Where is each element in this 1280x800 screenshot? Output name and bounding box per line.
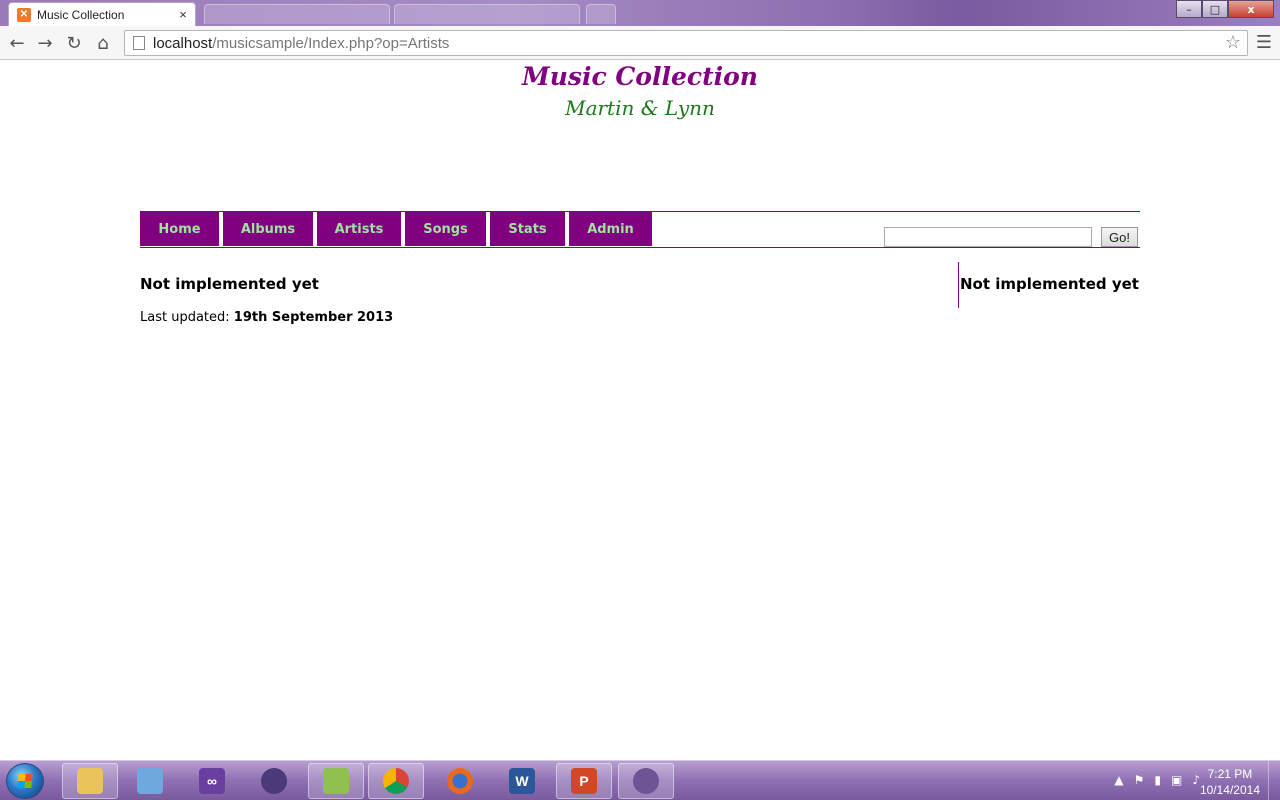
- nav-item-home[interactable]: Home: [140, 212, 219, 246]
- nav-item-albums[interactable]: Albums: [223, 212, 313, 246]
- last-updated-label: Last updated:: [140, 310, 230, 325]
- notepad-plus-plus-icon: [323, 768, 349, 794]
- taskbar: ∞ W P ▲ ⚑ ▮ ▣ ♪ 7:21 PM 10/14/2014: [0, 760, 1280, 800]
- chrome-icon: [383, 768, 409, 794]
- power-icon[interactable]: ▮: [1154, 773, 1161, 787]
- tab-background[interactable]: [204, 4, 390, 24]
- nav-items: Home Albums Artists Songs Stats Admin: [140, 212, 656, 246]
- taskbar-app[interactable]: [432, 763, 488, 799]
- browser-titlebar: ✕ Music Collection × – □ x: [0, 0, 1280, 26]
- taskbar-app[interactable]: [368, 763, 424, 799]
- tray-expand-icon[interactable]: ▲: [1114, 773, 1123, 787]
- url-host: localhost: [153, 34, 213, 52]
- system-tray: ▲ ⚑ ▮ ▣ ♪: [1114, 773, 1200, 787]
- taskbar-app[interactable]: [122, 763, 178, 799]
- site-title: Music Collection: [522, 62, 758, 91]
- sidebar-heading: Not implemented yet: [960, 275, 1139, 293]
- address-bar[interactable]: localhost/musicsample/Index.php?op=Artis…: [124, 30, 1248, 56]
- home-icon[interactable]: ⌂: [92, 32, 114, 54]
- page-icon: [133, 36, 145, 50]
- clock-date: 10/14/2014: [1199, 783, 1260, 797]
- menu-icon[interactable]: ☰: [1256, 32, 1272, 53]
- taskbar-app[interactable]: ∞: [184, 763, 240, 799]
- forward-arrow-icon[interactable]: →: [34, 32, 56, 54]
- tab-title: Music Collection: [37, 7, 125, 22]
- taskbar-app[interactable]: [62, 763, 118, 799]
- browser-toolbar: ← → ↻ ⌂ localhost/musicsample/Index.php?…: [0, 26, 1280, 60]
- reload-icon[interactable]: ↻: [63, 32, 85, 54]
- tab-background[interactable]: [394, 4, 580, 24]
- last-updated-date: 19th September 2013: [233, 310, 394, 325]
- last-updated: Last updated: 19th September 2013: [140, 310, 393, 325]
- taskbar-app[interactable]: P: [556, 763, 612, 799]
- tab-close-icon[interactable]: ×: [175, 7, 191, 22]
- bookmark-star-icon[interactable]: ☆: [1225, 32, 1241, 53]
- word-icon: W: [509, 768, 535, 794]
- file-explorer-icon: [77, 768, 103, 794]
- taskbar-app[interactable]: W: [494, 763, 550, 799]
- firefox-icon: [447, 768, 473, 794]
- nav-item-artists[interactable]: Artists: [317, 212, 401, 246]
- tab-music-collection[interactable]: ✕ Music Collection ×: [8, 2, 196, 26]
- search-input[interactable]: [884, 227, 1092, 247]
- volume-icon[interactable]: ♪: [1192, 773, 1200, 787]
- url-path: /musicsample/Index.php?op=Artists: [212, 34, 450, 52]
- close-button[interactable]: x: [1228, 0, 1274, 18]
- maximize-button[interactable]: □: [1202, 0, 1228, 18]
- minimize-button[interactable]: –: [1176, 0, 1202, 18]
- virtualbox-icon: [137, 768, 163, 794]
- nav-item-songs[interactable]: Songs: [405, 212, 486, 246]
- main-heading: Not implemented yet: [140, 275, 319, 293]
- new-tab-button[interactable]: [586, 4, 616, 24]
- clock[interactable]: 7:21 PM 10/14/2014: [1200, 766, 1260, 798]
- action-center-flag-icon[interactable]: ⚑: [1134, 773, 1145, 787]
- start-button[interactable]: [6, 763, 44, 799]
- powerpoint-icon: P: [571, 768, 597, 794]
- main-nav: Home Albums Artists Songs Stats Admin Go…: [140, 211, 1140, 248]
- nav-item-stats[interactable]: Stats: [490, 212, 565, 246]
- sidebar-divider: [958, 262, 959, 308]
- go-button[interactable]: Go!: [1101, 227, 1138, 247]
- taskbar-app[interactable]: [308, 763, 364, 799]
- window-controls: – □ x: [1176, 0, 1274, 18]
- github-icon: [633, 768, 659, 794]
- xampp-favicon-icon: ✕: [17, 7, 31, 22]
- taskbar-app[interactable]: [618, 763, 674, 799]
- show-desktop-button[interactable]: [1268, 761, 1280, 800]
- visual-studio-icon: ∞: [199, 768, 225, 794]
- nav-item-admin[interactable]: Admin: [569, 212, 652, 246]
- network-icon[interactable]: ▣: [1171, 773, 1182, 787]
- back-arrow-icon[interactable]: ←: [6, 32, 28, 54]
- taskbar-app[interactable]: [246, 763, 302, 799]
- eclipse-icon: [261, 768, 287, 794]
- clock-time: 7:21 PM: [1207, 767, 1253, 781]
- site-subtitle: Martin & Lynn: [565, 96, 715, 120]
